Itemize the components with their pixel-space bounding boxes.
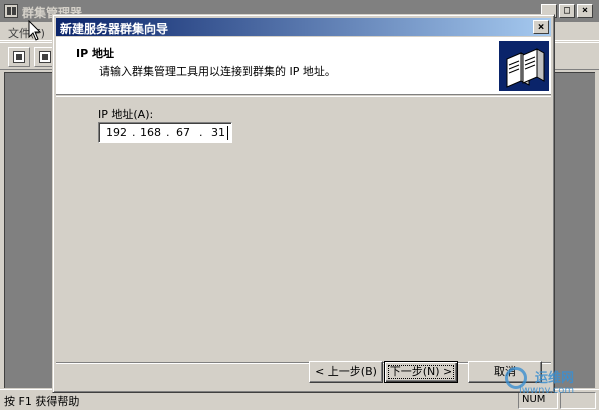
- wizard-header: IP 地址 请输入群集管理工具用以连接到群集的 IP 地址。: [56, 37, 551, 95]
- mouse-pointer-icon: [28, 20, 42, 41]
- status-help-text: 按 F1 获得帮助: [4, 395, 80, 408]
- cluster-app-icon: [4, 4, 18, 18]
- maximize-button[interactable]: □: [559, 4, 575, 18]
- ip-dot-2: .: [166, 126, 170, 139]
- ip-address-input[interactable]: 192 . 168 . 67 . 31: [98, 122, 232, 143]
- ip-octet-1[interactable]: 192: [106, 126, 127, 139]
- next-button-label: 下一步(N) >: [389, 365, 453, 378]
- new-cluster-wizard-dialog: 新建服务器群集向导 × IP 地址 请输入群集管理工具用以连接到群集的 IP 地…: [52, 14, 555, 393]
- wizard-title: 新建服务器群集向导: [60, 22, 169, 36]
- cluster-icon: [13, 51, 25, 63]
- watermark-url-text: iwwnv.com: [519, 385, 575, 396]
- ip-octet-3[interactable]: 67: [176, 126, 190, 139]
- next-button[interactable]: 下一步(N) >: [384, 361, 458, 383]
- ip-octet-4[interactable]: 31: [211, 126, 225, 139]
- server-cluster-icon: [499, 41, 549, 91]
- header-divider: [56, 96, 551, 97]
- ip-address-label: IP 地址(A):: [98, 108, 154, 121]
- properties-icon: [39, 51, 51, 63]
- back-button[interactable]: < 上一步(B): [309, 361, 383, 383]
- parent-close-button[interactable]: ×: [577, 4, 593, 18]
- wizard-titlebar[interactable]: 新建服务器群集向导 ×: [56, 18, 551, 36]
- wizard-close-button[interactable]: ×: [533, 20, 549, 34]
- toolbar-cluster-button[interactable]: [8, 47, 30, 67]
- ip-dot-1: .: [132, 126, 136, 139]
- text-caret: [227, 126, 228, 140]
- watermark-cn-text: 运维网: [535, 371, 575, 386]
- ip-dot-3: .: [199, 126, 203, 139]
- header-subtitle: 请输入群集管理工具用以连接到群集的 IP 地址。: [99, 65, 336, 78]
- header-title: IP 地址: [76, 47, 114, 60]
- back-button-label: < 上一步(B): [315, 365, 377, 378]
- site-watermark: 运维网 iwwnv.com: [505, 365, 595, 405]
- ip-octet-2[interactable]: 168: [140, 126, 161, 139]
